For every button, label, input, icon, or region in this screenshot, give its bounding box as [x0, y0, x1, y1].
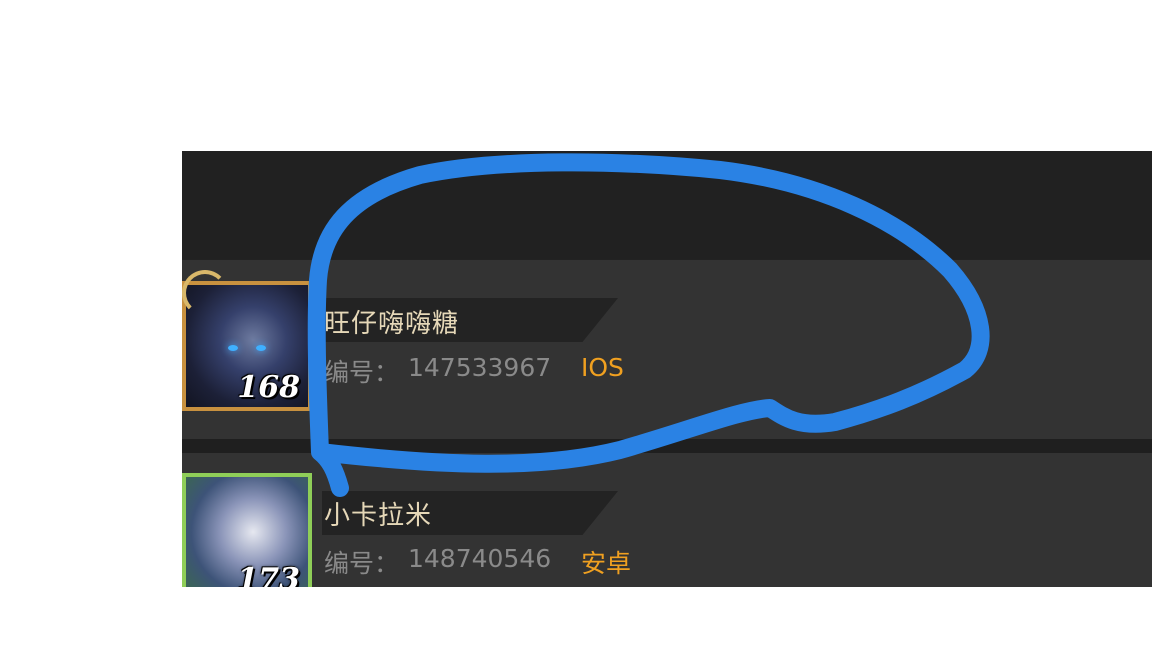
player-platform: IOS — [581, 353, 624, 382]
player-platform: 安卓 — [581, 549, 632, 578]
player-row[interactable]: 173 小卡拉米 编号： 148740546 安卓 — [182, 453, 1152, 587]
player-id-value: 147533967 — [408, 353, 552, 382]
player-level: 168 — [237, 370, 300, 405]
frame-ornament-icon — [182, 270, 228, 316]
player-id-value: 148740546 — [408, 544, 552, 573]
avatar-eye-glow — [256, 345, 266, 351]
player-avatar[interactable]: 173 — [182, 473, 312, 587]
player-level: 173 — [237, 562, 300, 587]
player-name: 旺仔嗨嗨糖 — [324, 309, 460, 339]
list-header — [182, 151, 1152, 259]
player-name: 小卡拉米 — [324, 501, 433, 531]
player-id-label: 编号： — [324, 549, 400, 578]
row-divider — [182, 439, 1152, 453]
player-list-panel: 168 旺仔嗨嗨糖 编号： 147533967 IOS 173 小卡拉米 编号：… — [182, 151, 1152, 587]
player-row[interactable]: 168 旺仔嗨嗨糖 编号： 147533967 IOS — [182, 260, 1152, 439]
avatar-eye-glow — [228, 345, 238, 351]
player-id-label: 编号： — [324, 358, 400, 387]
